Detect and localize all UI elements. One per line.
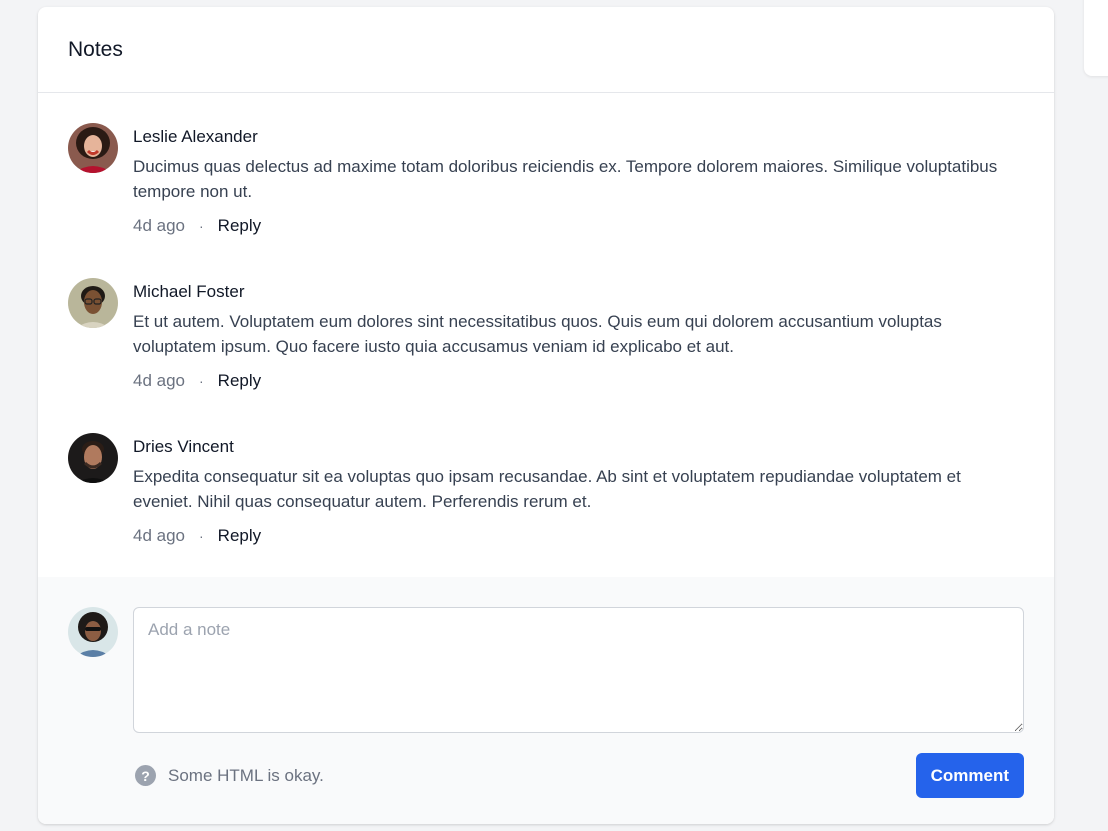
avatar-current-user-icon xyxy=(68,607,118,657)
avatar xyxy=(68,433,118,483)
page: Notes Leslie Alexander Ducimus quas dele… xyxy=(0,0,1108,831)
comment-item: Michael Foster Et ut autem. Voluptatem e… xyxy=(68,278,1024,433)
question-circle-icon: ? xyxy=(135,765,156,786)
comment-body: Leslie Alexander Ducimus quas delectus a… xyxy=(133,123,1024,238)
comment-timestamp: 4d ago xyxy=(133,526,185,545)
comment-body: Dries Vincent Expedita consequatur sit e… xyxy=(133,433,1024,548)
comment-text: Et ut autem. Voluptatem eum dolores sint… xyxy=(133,312,942,356)
separator-dot: · xyxy=(199,218,204,234)
avatar-michael-icon xyxy=(68,278,118,328)
comment-meta: 4d ago · Reply xyxy=(133,214,1024,238)
current-user-avatar xyxy=(68,607,118,657)
avatar-dries-icon xyxy=(68,433,118,483)
compose-section: ? Some HTML is okay. Comment xyxy=(38,577,1054,824)
card-header: Notes xyxy=(38,7,1054,93)
separator-dot: · xyxy=(199,373,204,389)
comment-timestamp: 4d ago xyxy=(133,371,185,390)
page-title: Notes xyxy=(68,37,123,61)
comment-body: Michael Foster Et ut autem. Voluptatem e… xyxy=(133,278,1024,393)
comment-meta: 4d ago · Reply xyxy=(133,524,1024,548)
reply-button[interactable]: Reply xyxy=(218,369,261,393)
comment-item: Dries Vincent Expedita consequatur sit e… xyxy=(68,433,1024,588)
compose-main: ? Some HTML is okay. Comment xyxy=(133,607,1024,824)
comment-list: Leslie Alexander Ducimus quas delectus a… xyxy=(38,93,1054,588)
notes-card: Notes Leslie Alexander Ducimus quas dele… xyxy=(38,7,1054,824)
comment-text: Expedita consequatur sit ea voluptas quo… xyxy=(133,467,961,511)
avatar xyxy=(68,123,118,173)
comment-text: Ducimus quas delectus ad maxime totam do… xyxy=(133,157,998,201)
comment-timestamp: 4d ago xyxy=(133,216,185,235)
avatar-leslie-icon xyxy=(68,123,118,173)
comment-author: Leslie Alexander xyxy=(133,127,258,146)
note-input[interactable] xyxy=(133,607,1024,733)
comment-item: Leslie Alexander Ducimus quas delectus a… xyxy=(68,123,1024,278)
reply-button[interactable]: Reply xyxy=(218,214,261,238)
separator-dot: · xyxy=(199,528,204,544)
hint-text: Some HTML is okay. xyxy=(168,765,324,785)
comment-meta: 4d ago · Reply xyxy=(133,369,1024,393)
html-hint: ? Some HTML is okay. xyxy=(133,765,324,786)
reply-button[interactable]: Reply xyxy=(218,524,261,548)
compose-footer: ? Some HTML is okay. Comment xyxy=(133,753,1024,798)
avatar xyxy=(68,278,118,328)
side-card xyxy=(1084,0,1108,76)
comment-author: Dries Vincent xyxy=(133,437,234,456)
comment-author: Michael Foster xyxy=(133,282,245,301)
comment-button[interactable]: Comment xyxy=(915,753,1024,798)
